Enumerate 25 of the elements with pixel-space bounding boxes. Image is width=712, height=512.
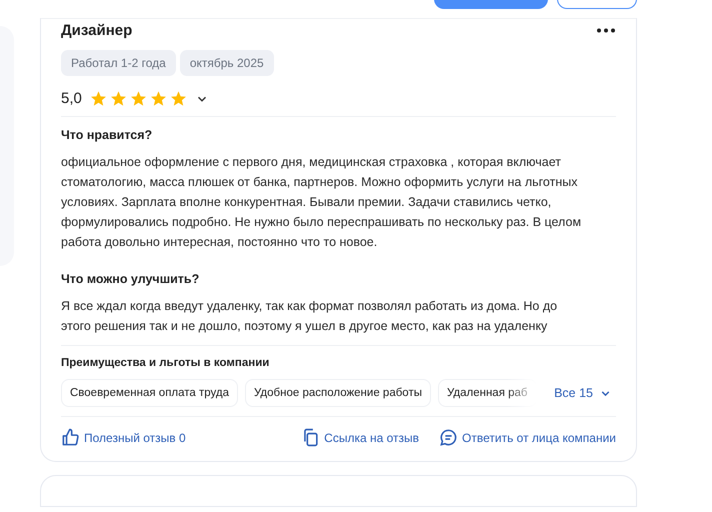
tag: Работал 1-2 года xyxy=(61,50,176,76)
review-text: Я все ждал когда введут удаленку, так как формат позволял работать из дома. Но до этого решения так и не дошло, поэтому я ушел в другое место, как раз на удаленку xyxy=(61,298,558,335)
section-heading: Что нравится? xyxy=(61,128,154,142)
show-all-button[interactable]: Все 15 xyxy=(554,386,616,400)
section-heading: Что можно улучшить? xyxy=(61,272,200,286)
more-icon xyxy=(597,28,615,33)
star-icon xyxy=(130,90,147,107)
star-icon xyxy=(150,90,167,107)
tag: октябрь 2025 xyxy=(180,50,274,76)
job-title: Дизайнер xyxy=(61,22,132,39)
star-icon xyxy=(170,90,187,107)
review-text: официальное оформление с первого дня, медицинская страховка , которая включает стоматологию, масса плюшек от банка, партнеров. Можно оформить услуги на льготных условиях. Зарплата вполне конкурентная. Бывали премии. Задачи ставились четко, формулировались подробно. Не нужно было переспрашивать по нескольку раз. В целом работа довольно интересная, постоянно что то новое. xyxy=(61,154,582,251)
star-icon xyxy=(110,90,127,107)
copy-icon xyxy=(301,428,320,447)
thumbs-up-icon xyxy=(61,428,80,447)
action-link[interactable]: Ответить от лица компании xyxy=(439,428,616,447)
action-link[interactable]: Ссылка на отзыв xyxy=(301,428,420,447)
benefit-tag: Удобное расположение работы xyxy=(245,379,431,407)
section-heading: Преимущества и льготы в компании xyxy=(61,357,270,369)
rating-value: 5,0 xyxy=(61,90,82,107)
chat-bubble-icon xyxy=(439,428,458,447)
star-icon xyxy=(90,90,107,107)
action-link[interactable]: Полезный отзыв 0 xyxy=(61,428,186,447)
benefit-tag: Своевременная оплата труда xyxy=(61,379,238,407)
more-button[interactable] xyxy=(597,28,615,33)
